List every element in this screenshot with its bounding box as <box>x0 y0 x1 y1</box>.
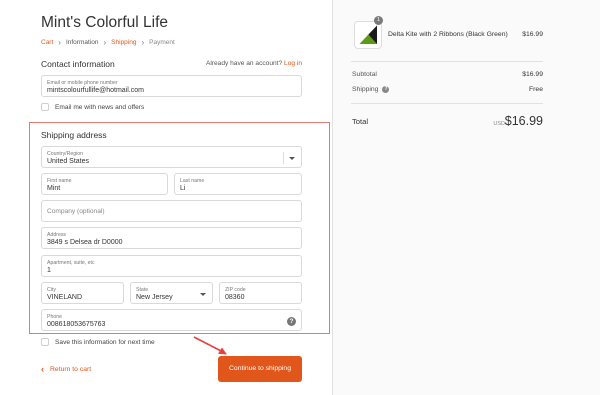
news-checkbox-label: Email me with news and offers <box>55 103 145 111</box>
breadcrumb-information: Information <box>65 39 99 46</box>
product-thumbnail <box>354 21 382 49</box>
summary-divider <box>351 103 543 104</box>
breadcrumb-payment: Payment <box>149 39 175 46</box>
address-field[interactable]: Address 3849 s Delsea dr D0000 <box>41 227 302 249</box>
city-field[interactable]: City VINELAND <box>41 282 124 304</box>
country-select[interactable]: Country/Region United States <box>41 146 302 168</box>
shipping-section-title: Shipping address <box>41 130 107 140</box>
help-icon[interactable]: ? <box>287 317 296 326</box>
summary-divider <box>351 61 543 62</box>
breadcrumb-separator: › <box>141 37 145 47</box>
phone-field[interactable]: Phone 008618053675763 ? <box>41 309 302 331</box>
address-value[interactable]: 3849 s Delsea dr D0000 <box>47 239 123 246</box>
chevron-down-icon <box>289 157 295 160</box>
email-field-value[interactable]: mintscolourfullife@hotmail.com <box>47 87 144 94</box>
company-field[interactable]: Company (optional) <box>41 200 302 222</box>
order-summary-panel <box>332 0 600 395</box>
breadcrumb-separator: › <box>103 37 107 47</box>
have-account-text: Already have an account? <box>205 60 283 67</box>
login-prompt: Already have an account? Log in <box>206 60 302 67</box>
breadcrumb-cart[interactable]: Cart <box>41 39 53 46</box>
checkout-main-panel: Mint's Colorful Life Cart › Information … <box>0 0 332 395</box>
shipping-cost-row: Shipping ? <box>352 86 390 93</box>
state-value: New Jersey <box>136 294 173 301</box>
shipping-cost-value: Free <box>529 86 543 93</box>
first-name-field[interactable]: First name Mint <box>41 173 168 195</box>
save-info-label: Save this information for next time <box>55 338 155 346</box>
zip-value[interactable]: 08360 <box>225 294 244 301</box>
subtotal-label: Subtotal <box>352 71 377 78</box>
zip-field[interactable]: ZIP code 08360 <box>219 282 302 304</box>
first-name-label: First name <box>47 178 72 184</box>
total-currency: USD <box>493 121 505 127</box>
product-price: $16.99 <box>522 31 543 38</box>
shipping-cost-label: Shipping <box>352 86 379 93</box>
state-label: State <box>136 287 149 293</box>
country-label: Country/Region <box>47 151 84 157</box>
total-label: Total <box>352 117 369 126</box>
company-placeholder: Company (optional) <box>47 208 105 215</box>
last-name-field[interactable]: Last name Li <box>174 173 302 195</box>
state-select[interactable]: State New Jersey <box>130 282 213 304</box>
apartment-value[interactable]: 1 <box>47 267 51 274</box>
first-name-value[interactable]: Mint <box>47 185 60 192</box>
city-label: City <box>47 287 56 293</box>
breadcrumb-separator: › <box>58 37 61 47</box>
store-title[interactable]: Mint's Colorful Life <box>41 14 168 32</box>
chevron-down-icon <box>200 293 206 296</box>
apartment-label: Apartment, suite, etc <box>47 260 95 266</box>
email-field[interactable]: Email or mobile phone number mintscolour… <box>41 75 302 97</box>
save-info-row[interactable]: Save this information for next time <box>41 338 155 346</box>
country-value: United States <box>47 158 90 165</box>
total-value: $16.99 <box>504 114 543 128</box>
annotation-arrow-icon <box>193 336 227 355</box>
zip-label: ZIP code <box>225 287 246 293</box>
phone-value[interactable]: 008618053675763 <box>47 321 105 328</box>
subtotal-value: $16.99 <box>522 71 543 78</box>
kite-product-image <box>358 24 378 45</box>
product-name: Delta Kite with 2 Ribbons (Black Green) <box>388 31 508 38</box>
help-icon[interactable]: ? <box>382 86 390 93</box>
email-field-label: Email or mobile phone number <box>47 80 118 86</box>
city-value[interactable]: VINELAND <box>47 294 82 301</box>
return-to-cart-link[interactable]: ‹ Return to cart <box>41 364 91 374</box>
breadcrumb: Cart › Information › Shipping › Payment <box>41 37 175 47</box>
news-checkbox-row[interactable]: Email me with news and offers <box>41 103 144 111</box>
select-divider <box>283 152 284 164</box>
address-label: Address <box>47 232 67 238</box>
continue-to-shipping-button[interactable]: Continue to shipping <box>218 356 302 382</box>
save-info-checkbox[interactable] <box>41 338 49 346</box>
contact-section-title: Contact information <box>41 59 115 69</box>
apartment-field[interactable]: Apartment, suite, etc 1 <box>41 255 302 277</box>
news-checkbox[interactable] <box>41 103 49 111</box>
chevron-left-icon: ‹ <box>41 364 44 374</box>
phone-label: Phone <box>47 314 63 320</box>
last-name-value[interactable]: Li <box>180 185 185 192</box>
return-to-cart-label: Return to cart <box>50 365 92 373</box>
quantity-badge: 1 <box>374 16 383 25</box>
last-name-label: Last name <box>180 178 205 184</box>
login-link[interactable]: Log in <box>284 60 302 67</box>
breadcrumb-shipping[interactable]: Shipping <box>111 39 136 46</box>
